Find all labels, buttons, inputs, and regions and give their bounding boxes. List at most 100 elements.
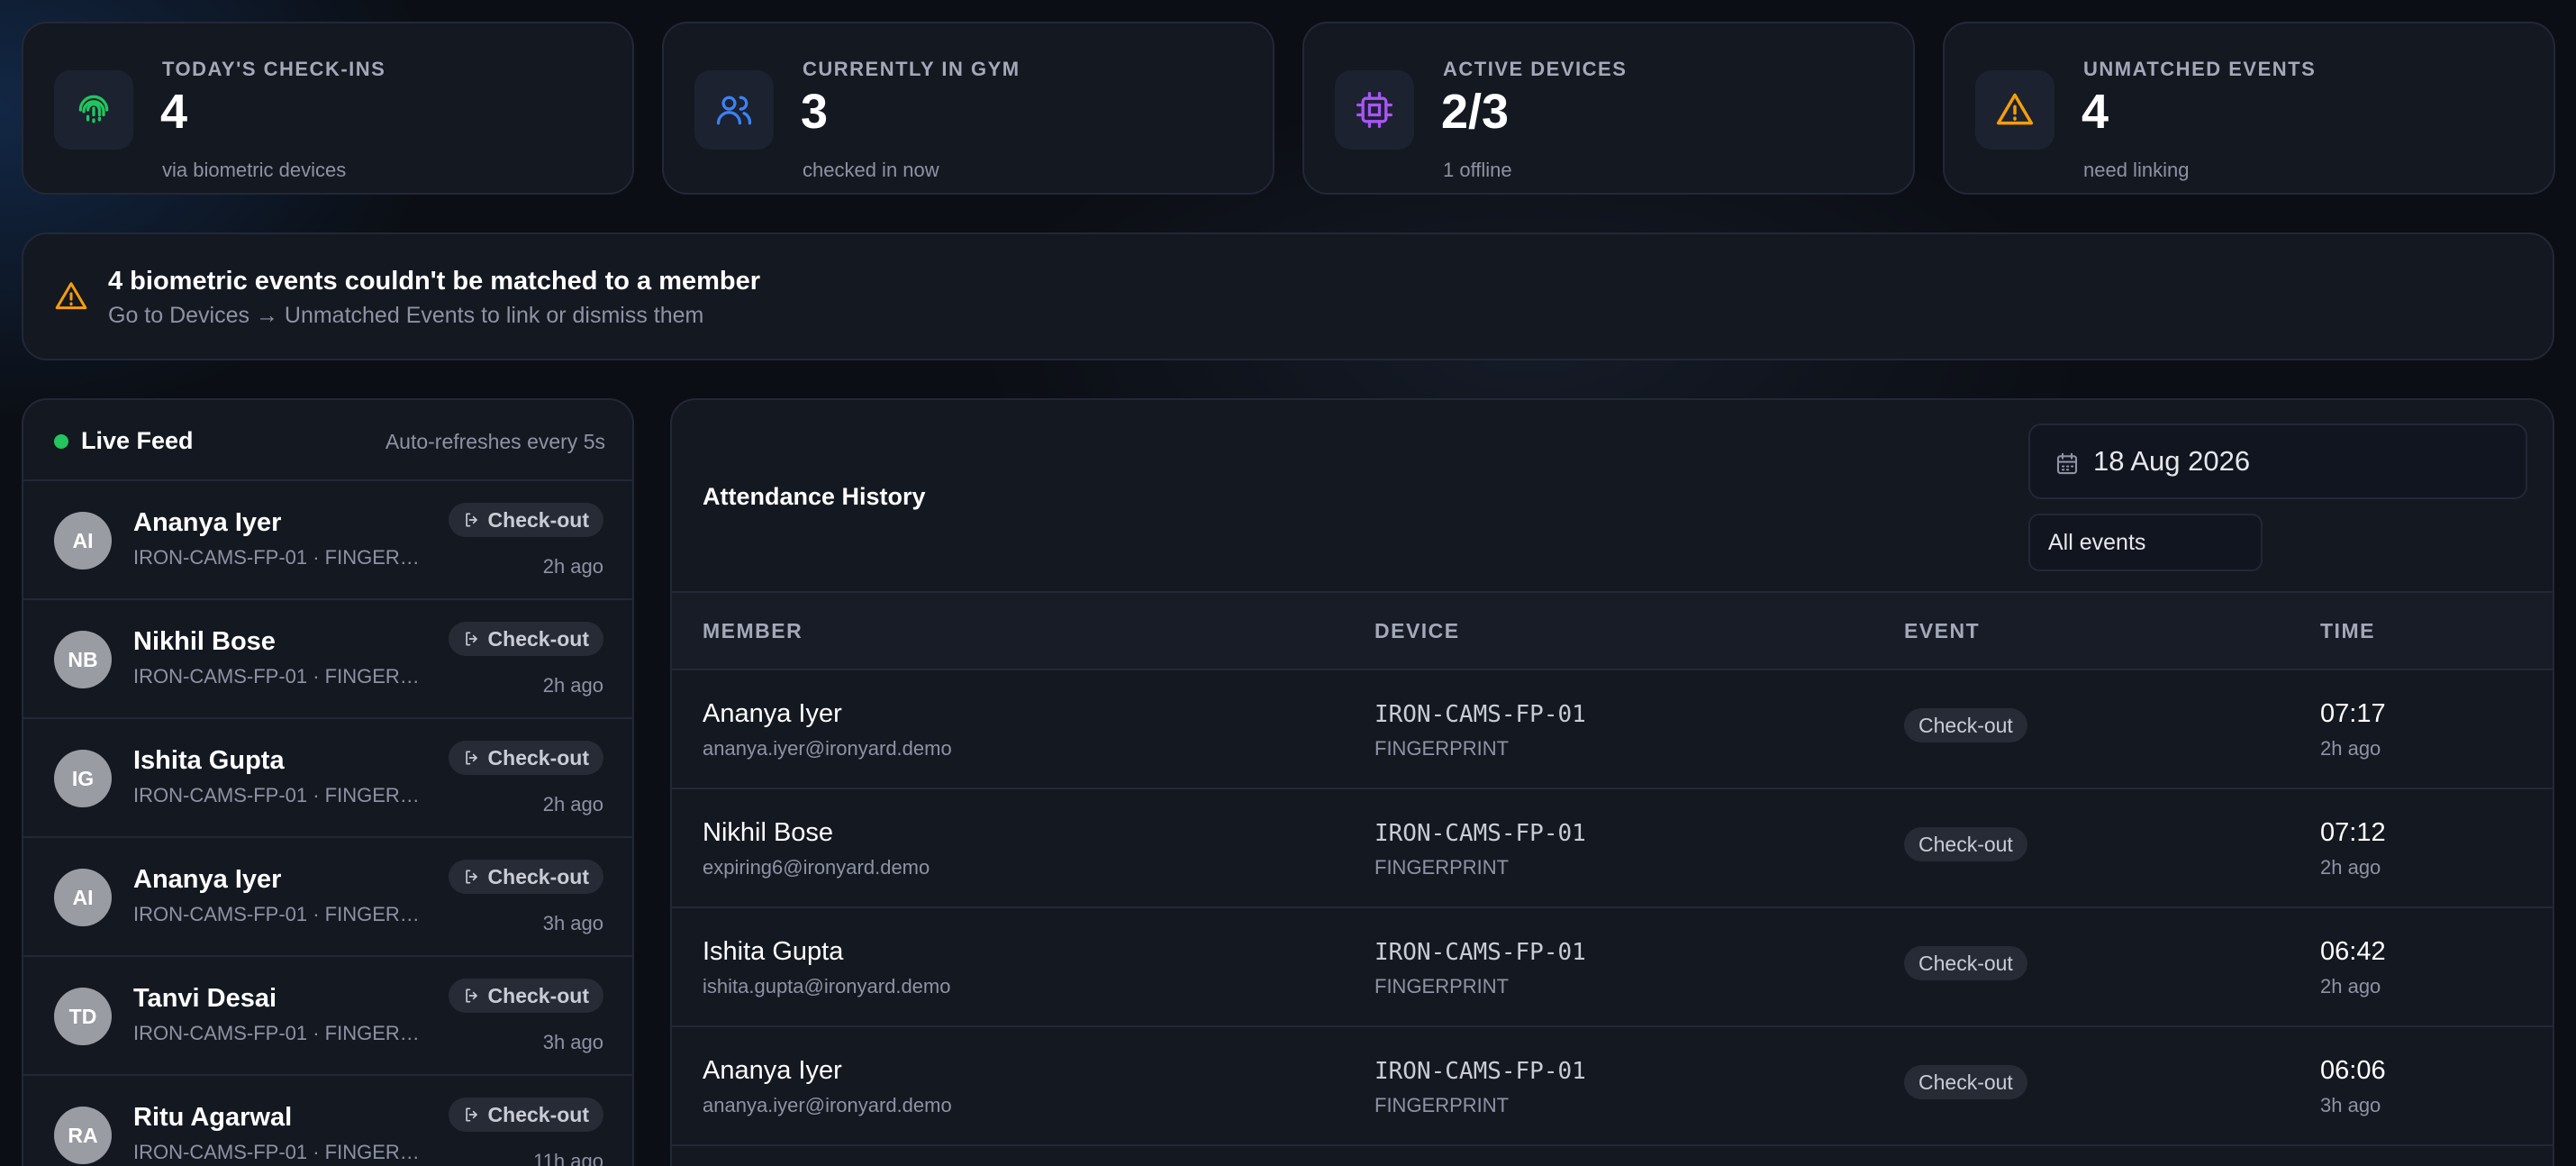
event-badge: Check-out — [448, 741, 603, 775]
live-feed-panel: Live Feed Auto-refreshes every 5s AI Anan… — [22, 398, 634, 1166]
checkout-icon — [463, 630, 481, 648]
member-name: Ananya Iyer — [703, 699, 842, 728]
stat-value: 2/3 — [1441, 85, 1510, 139]
stat-card-checkins: TODAY'S CHECK-INS 4 via biometric device… — [22, 22, 634, 195]
device-type: FINGERPRINT — [1374, 975, 1510, 997]
date-picker[interactable]: 18 Aug 2026 — [2028, 424, 2527, 499]
event-time: 06:06 — [2320, 1056, 2386, 1085]
chip-icon — [1335, 70, 1414, 150]
device-type: FINGERPRINT — [1374, 856, 1510, 879]
list-item[interactable]: AI Ananya Iyer IRON-CAMS-FP-01 · FINGERPRI… — [23, 481, 632, 600]
alert-description: Go to Devices → Unmatched Events to link… — [108, 303, 704, 328]
event-badge: Check-out — [448, 503, 603, 537]
list-item[interactable]: TD Tanvi Desai IRON-CAMS-FP-01 · FINGERPRI… — [23, 957, 632, 1076]
table-row[interactable]: Ananya Iyer ananya.iyer@ironyard.demo IRON… — [672, 670, 2553, 789]
list-item[interactable]: NB Nikhil Bose IRON-CAMS-FP-01 · FINGERPRI… — [23, 600, 632, 719]
table-row[interactable]: Nikhil Bose expiring6@ironyard.demo IRON-C… — [672, 789, 2553, 908]
fingerprint-icon — [54, 70, 133, 150]
device-meta: IRON-CAMS-FP-01 · FINGERPRINT — [133, 546, 422, 569]
member-email: expiring6@ironyard.demo — [703, 856, 930, 879]
table-row[interactable]: Ishita Gupta ishita.gupta@ironyard.demo IR… — [672, 908, 2553, 1027]
time-ago: 3h ago — [542, 912, 603, 934]
device-id: IRON-CAMS-FP-01 — [1374, 701, 1586, 728]
device-id: IRON-CAMS-FP-01 — [1374, 939, 1586, 966]
table-header: MEMBER DEVICE EVENT TIME — [672, 593, 2553, 670]
unmatched-alert-banner[interactable]: 4 biometric events couldn't be matched t… — [22, 232, 2554, 360]
event-filter-select[interactable]: All events — [2028, 514, 2263, 571]
time-ago: 2h ago — [2320, 975, 2381, 997]
event-time: 06:42 — [2320, 937, 2386, 966]
stat-card-in-gym: CURRENTLY IN GYM 3 checked in now — [662, 22, 1274, 195]
stat-label: UNMATCHED EVENTS — [2083, 58, 2317, 80]
users-icon — [694, 70, 774, 150]
event-badge: Check-out — [448, 979, 603, 1013]
member-name: Tanvi Desai — [133, 984, 277, 1013]
time-ago: 3h ago — [2320, 1094, 2381, 1116]
time-ago: 3h ago — [542, 1031, 603, 1053]
live-feed-title: Live Feed — [81, 427, 194, 454]
stat-label: CURRENTLY IN GYM — [803, 58, 1020, 80]
member-name: Ananya Iyer — [133, 508, 282, 537]
column-member[interactable]: MEMBER — [703, 619, 803, 643]
history-table-body: Ananya Iyer ananya.iyer@ironyard.demo IRON… — [672, 670, 2553, 1146]
stat-value: 4 — [160, 85, 188, 139]
warning-icon — [1975, 70, 2054, 150]
checkout-icon — [463, 511, 481, 529]
member-name: Ananya Iyer — [133, 865, 282, 894]
checkout-icon — [463, 1106, 481, 1124]
live-status-dot — [54, 434, 68, 449]
member-name: Ishita Gupta — [133, 746, 285, 775]
list-item[interactable]: AI Ananya Iyer IRON-CAMS-FP-01 · FINGERPRI… — [23, 838, 632, 957]
avatar: IG — [54, 750, 112, 807]
checkout-icon — [463, 868, 481, 886]
attendance-history-panel: Attendance History 18 Aug 2026 All event… — [670, 398, 2554, 1166]
event-badge: Check-out — [1904, 827, 2027, 861]
history-header: Attendance History 18 Aug 2026 All event… — [672, 400, 2553, 593]
event-time: 07:17 — [2320, 699, 2386, 728]
time-ago: 11h ago — [533, 1150, 603, 1166]
auto-refresh-note: Auto-refreshes every 5s — [385, 430, 605, 453]
column-time[interactable]: TIME — [2320, 619, 2375, 643]
device-meta: IRON-CAMS-FP-01 · FINGERPRINT — [133, 784, 422, 806]
member-email: ananya.iyer@ironyard.demo — [703, 737, 952, 760]
time-ago: 2h ago — [2320, 737, 2381, 760]
table-row[interactable]: Ananya Iyer ananya.iyer@ironyard.demo IRON… — [672, 1027, 2553, 1146]
event-label: Check-out — [487, 507, 589, 532]
event-label: Check-out — [487, 983, 589, 1007]
device-type: FINGERPRINT — [1374, 1094, 1510, 1116]
avatar: AI — [54, 869, 112, 926]
member-name: Ritu Agarwal — [133, 1103, 293, 1132]
stat-sub: 1 offline — [1443, 159, 1512, 181]
column-event[interactable]: EVENT — [1904, 619, 1980, 643]
member-email: ananya.iyer@ironyard.demo — [703, 1094, 952, 1116]
stat-sub: via biometric devices — [162, 159, 347, 181]
list-item[interactable]: IG Ishita Gupta IRON-CAMS-FP-01 · FINGERPR… — [23, 719, 632, 838]
member-name: Nikhil Bose — [133, 627, 276, 656]
device-id: IRON-CAMS-FP-01 — [1374, 820, 1586, 847]
calendar-icon — [2054, 451, 2081, 482]
stat-value: 4 — [2082, 85, 2109, 139]
time-ago: 2h ago — [542, 793, 603, 815]
device-meta: IRON-CAMS-FP-01 · FINGERPRINT — [133, 1141, 422, 1163]
time-ago: 2h ago — [542, 555, 603, 578]
event-badge: Check-out — [1904, 708, 2027, 742]
device-type: FINGERPRINT — [1374, 737, 1510, 760]
member-email: ishita.gupta@ironyard.demo — [703, 975, 951, 997]
live-feed-header: Live Feed Auto-refreshes every 5s — [23, 400, 632, 481]
avatar: TD — [54, 988, 112, 1045]
device-meta: IRON-CAMS-FP-01 · FINGERPRINT — [133, 903, 422, 925]
device-meta: IRON-CAMS-FP-01 · FINGERPRINT — [133, 1022, 422, 1044]
live-feed-list: AI Ananya Iyer IRON-CAMS-FP-01 · FINGERPRI… — [23, 481, 632, 1166]
member-name: Ananya Iyer — [703, 1056, 842, 1085]
alert-title: 4 biometric events couldn't be matched t… — [108, 267, 761, 296]
list-item[interactable]: RA Ritu Agarwal IRON-CAMS-FP-01 · FINGERPR… — [23, 1076, 632, 1166]
time-ago: 2h ago — [2320, 856, 2381, 879]
event-badge: Check-out — [1904, 1065, 2027, 1099]
stat-value: 3 — [801, 85, 829, 139]
time-ago: 2h ago — [542, 674, 603, 697]
event-badge: Check-out — [448, 860, 603, 894]
history-title: Attendance History — [703, 483, 926, 510]
device-id: IRON-CAMS-FP-01 — [1374, 1058, 1586, 1085]
stat-sub: need linking — [2083, 159, 2190, 181]
column-device[interactable]: DEVICE — [1374, 619, 1460, 643]
